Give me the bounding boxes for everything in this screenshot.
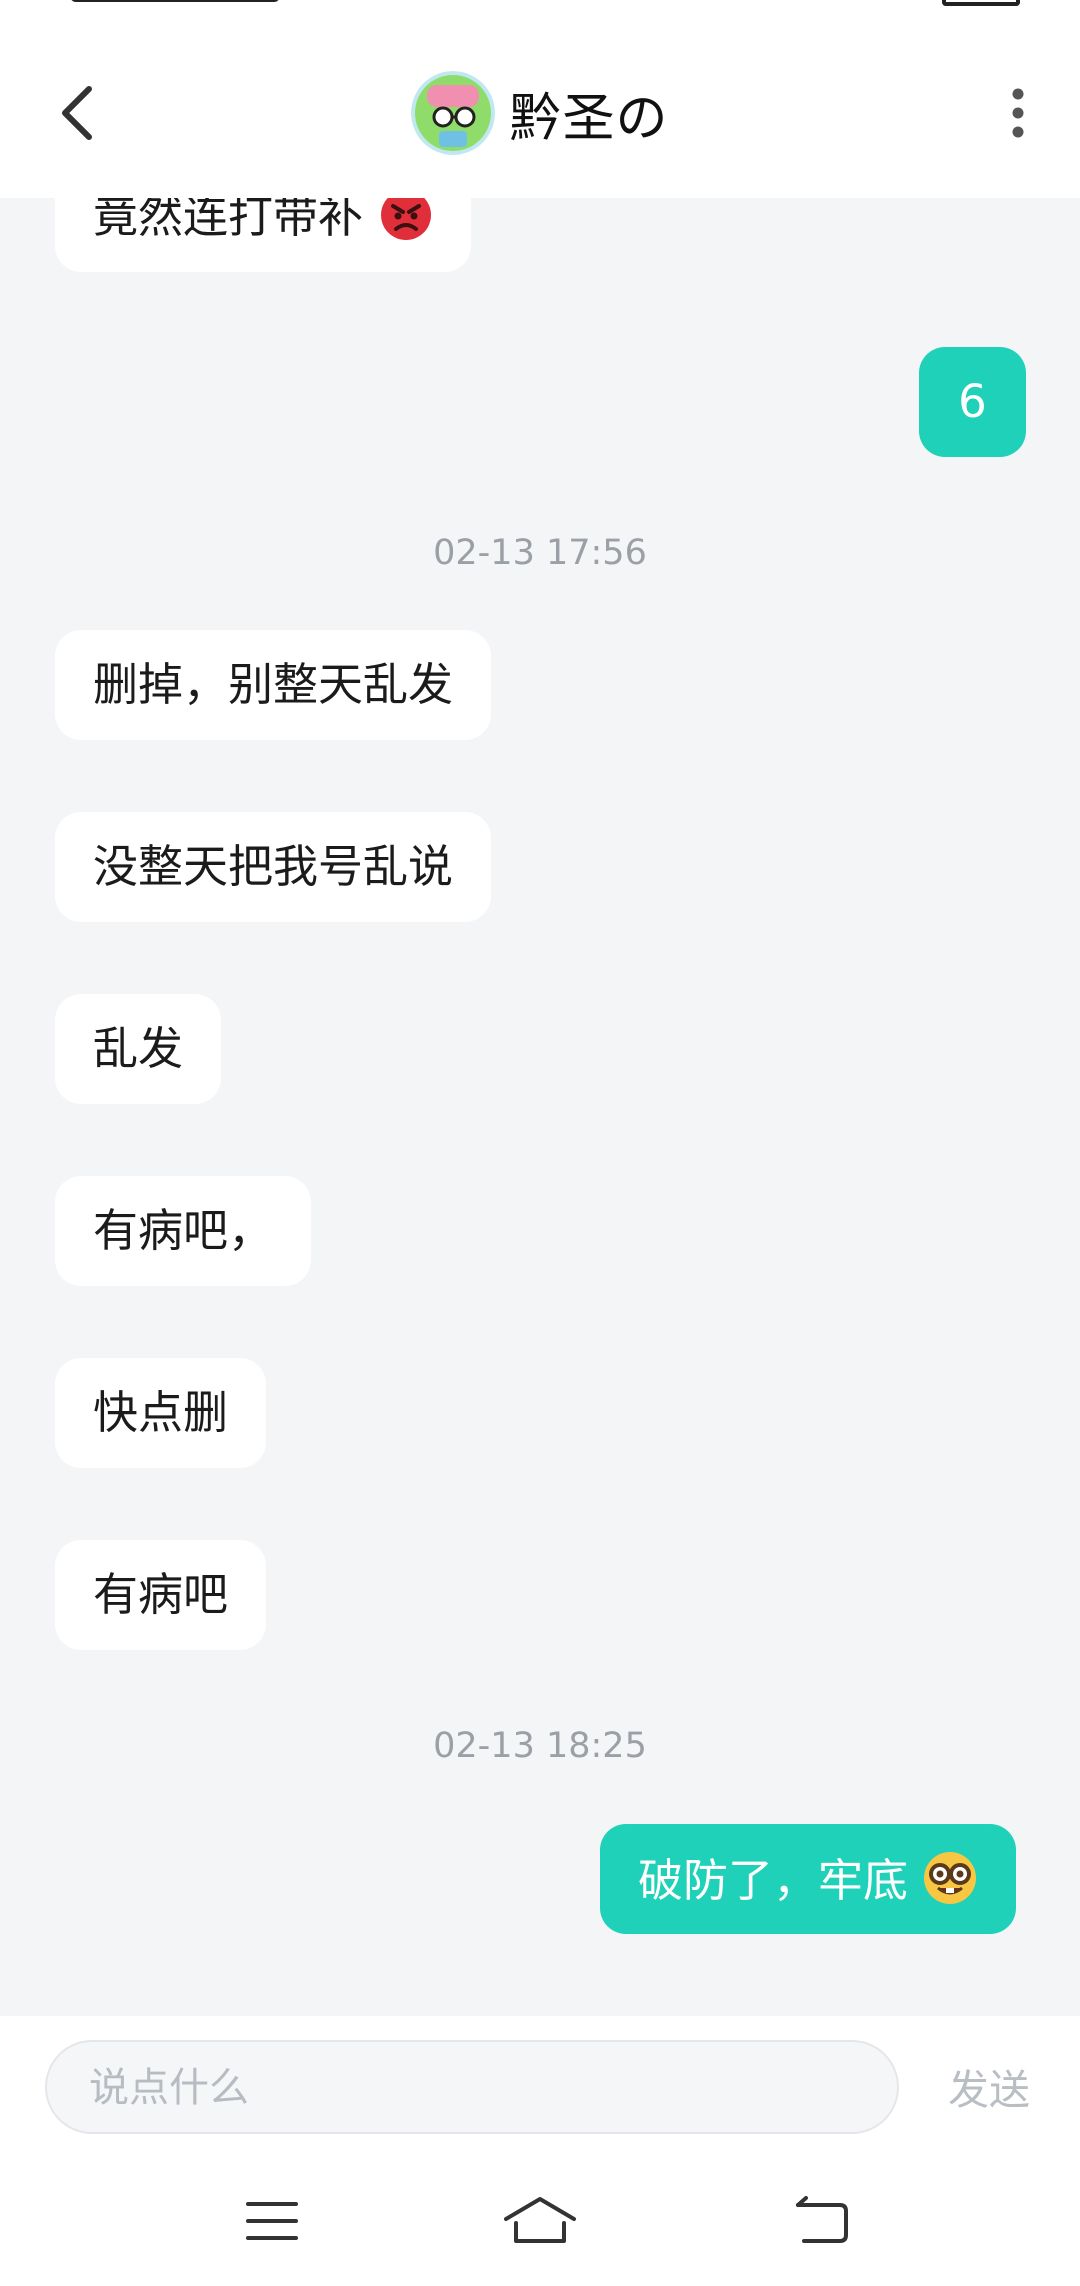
status-bar-left — [70, 0, 280, 2]
message-text: 没整天把我号乱说 — [93, 840, 454, 893]
message-bubble-outgoing[interactable]: 破防了，牢底 — [600, 1824, 1017, 1934]
message-list[interactable]: 竟然连打带补 6 02-13 17:56 删掉，别整天乱发 没整天把我号乱说 乱… — [0, 198, 1080, 2016]
angry-face-icon — [381, 198, 432, 240]
more-button[interactable] — [996, 80, 1040, 146]
back-icon — [796, 2196, 848, 2243]
nav-home-button[interactable] — [500, 2186, 580, 2256]
message-timestamp: 02-13 17:56 — [433, 533, 647, 573]
message-text: 破防了，牢底 — [638, 1854, 909, 1907]
chat-header: 黔圣の — [0, 0, 1080, 198]
message-timestamp: 02-13 18:25 — [433, 1726, 647, 1766]
avatar[interactable] — [411, 71, 496, 155]
battery-icon — [942, 0, 1020, 6]
message-bubble-outgoing[interactable]: 6 — [919, 347, 1026, 457]
chat-title: 黔圣の — [509, 88, 669, 149]
home-icon — [504, 2197, 576, 2243]
message-text: 有病吧， — [93, 1204, 274, 1257]
send-button[interactable]: 发送 — [948, 2056, 1030, 2116]
message-text: 删掉，别整天乱发 — [93, 658, 454, 711]
message-bubble-incoming[interactable]: 竟然连打带补 — [55, 198, 472, 272]
message-bubble-incoming[interactable]: 有病吧， — [55, 1176, 312, 1286]
nav-back-button[interactable] — [782, 2186, 862, 2256]
more-vertical-icon — [1012, 88, 1024, 138]
nav-menu-button[interactable] — [232, 2186, 312, 2256]
message-text: 快点删 — [93, 1386, 229, 1439]
message-text: 竟然连打带补 — [93, 198, 364, 243]
header-title-group[interactable]: 黔圣の — [0, 70, 1080, 156]
message-text: 6 — [958, 375, 987, 428]
message-bubble-incoming[interactable]: 乱发 — [55, 994, 222, 1104]
message-bubble-incoming[interactable]: 有病吧 — [55, 1540, 267, 1650]
message-input[interactable] — [87, 2042, 871, 2134]
message-text: 有病吧 — [93, 1568, 229, 1621]
message-bubble-incoming[interactable]: 快点删 — [55, 1358, 267, 1468]
status-bar — [0, 0, 1080, 8]
menu-icon — [246, 2202, 298, 2240]
message-bubble-incoming[interactable]: 删掉，别整天乱发 — [55, 630, 492, 740]
message-text: 乱发 — [93, 1022, 184, 1075]
message-input-container[interactable] — [45, 2040, 899, 2134]
nerd-face-icon — [924, 1852, 977, 1904]
message-bubble-incoming[interactable]: 没整天把我号乱说 — [55, 812, 492, 922]
system-navigation-bar — [0, 2160, 1080, 2286]
